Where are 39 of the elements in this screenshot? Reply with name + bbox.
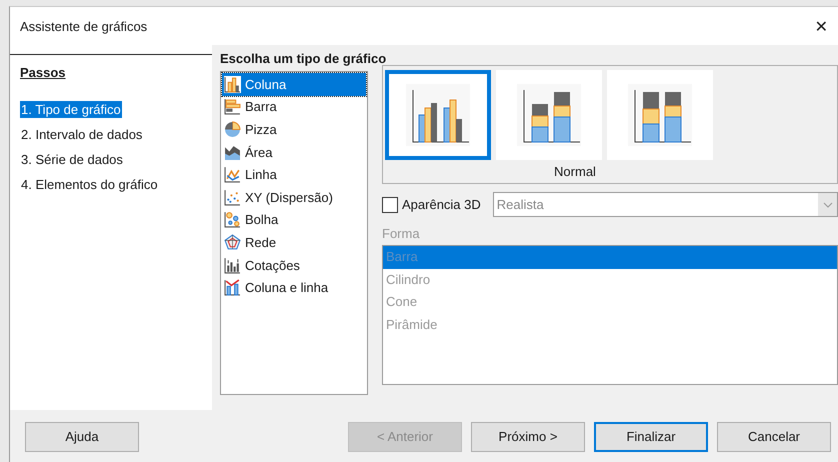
shape-label: Forma xyxy=(382,226,420,241)
radar-chart-icon xyxy=(224,234,241,251)
pie-chart-icon xyxy=(224,120,241,138)
stock-chart-icon xyxy=(224,256,241,274)
bar-chart-icon xyxy=(224,98,241,116)
checkbox[interactable] xyxy=(382,196,398,212)
chart-type-item[interactable]: Área xyxy=(222,140,366,164)
steps-heading: Passos xyxy=(20,65,66,80)
step-item[interactable]: 2. Intervalo de dados xyxy=(20,126,144,143)
dialog-button[interactable]: Ajuda xyxy=(25,422,139,452)
bubble-chart-icon xyxy=(224,211,241,228)
step-item[interactable]: 3. Série de dados xyxy=(20,151,124,168)
chart-variant-tile[interactable] xyxy=(607,70,713,160)
line-chart-icon xyxy=(224,166,241,184)
chart-type-item[interactable]: Cotações xyxy=(222,254,366,276)
step-item[interactable]: 4. Elementos do gráfico xyxy=(20,176,159,193)
chart-variant-tile[interactable] xyxy=(385,70,491,160)
variant-label: Normal xyxy=(554,164,596,179)
section-heading: Escolha um tipo de gráfico xyxy=(220,51,388,66)
chart-type-item[interactable]: Coluna e linha xyxy=(222,276,366,299)
checkbox-label: Aparência 3D xyxy=(402,197,481,212)
chart-type-item[interactable]: Barra xyxy=(222,96,366,118)
chevron-down-icon xyxy=(822,202,832,208)
chart-type-item[interactable]: Linha xyxy=(222,163,366,186)
window-title: Assistente de gráficos xyxy=(20,18,148,34)
area-chart-icon xyxy=(224,144,241,161)
chart-type-item[interactable]: Bolha xyxy=(222,208,366,232)
dialog-button[interactable]: Próximo > xyxy=(471,422,585,452)
column-chart-icon xyxy=(224,76,241,93)
chart-type-item[interactable]: XY (Dispersão) xyxy=(222,186,366,209)
dialog-button[interactable]: Cancelar xyxy=(717,422,831,452)
chart-type-item[interactable]: Pizza xyxy=(222,118,366,141)
chart-variant-tile[interactable] xyxy=(496,70,602,160)
chart-type-item[interactable]: Coluna xyxy=(222,73,366,96)
dialog-button[interactable]: Finalizar xyxy=(594,422,708,452)
column-chart-icon xyxy=(224,279,241,296)
chart-type-item[interactable]: Rede xyxy=(222,231,366,254)
step-item[interactable]: 1. Tipo de gráfico xyxy=(20,101,122,118)
close-button[interactable]: ✕ xyxy=(808,16,834,36)
